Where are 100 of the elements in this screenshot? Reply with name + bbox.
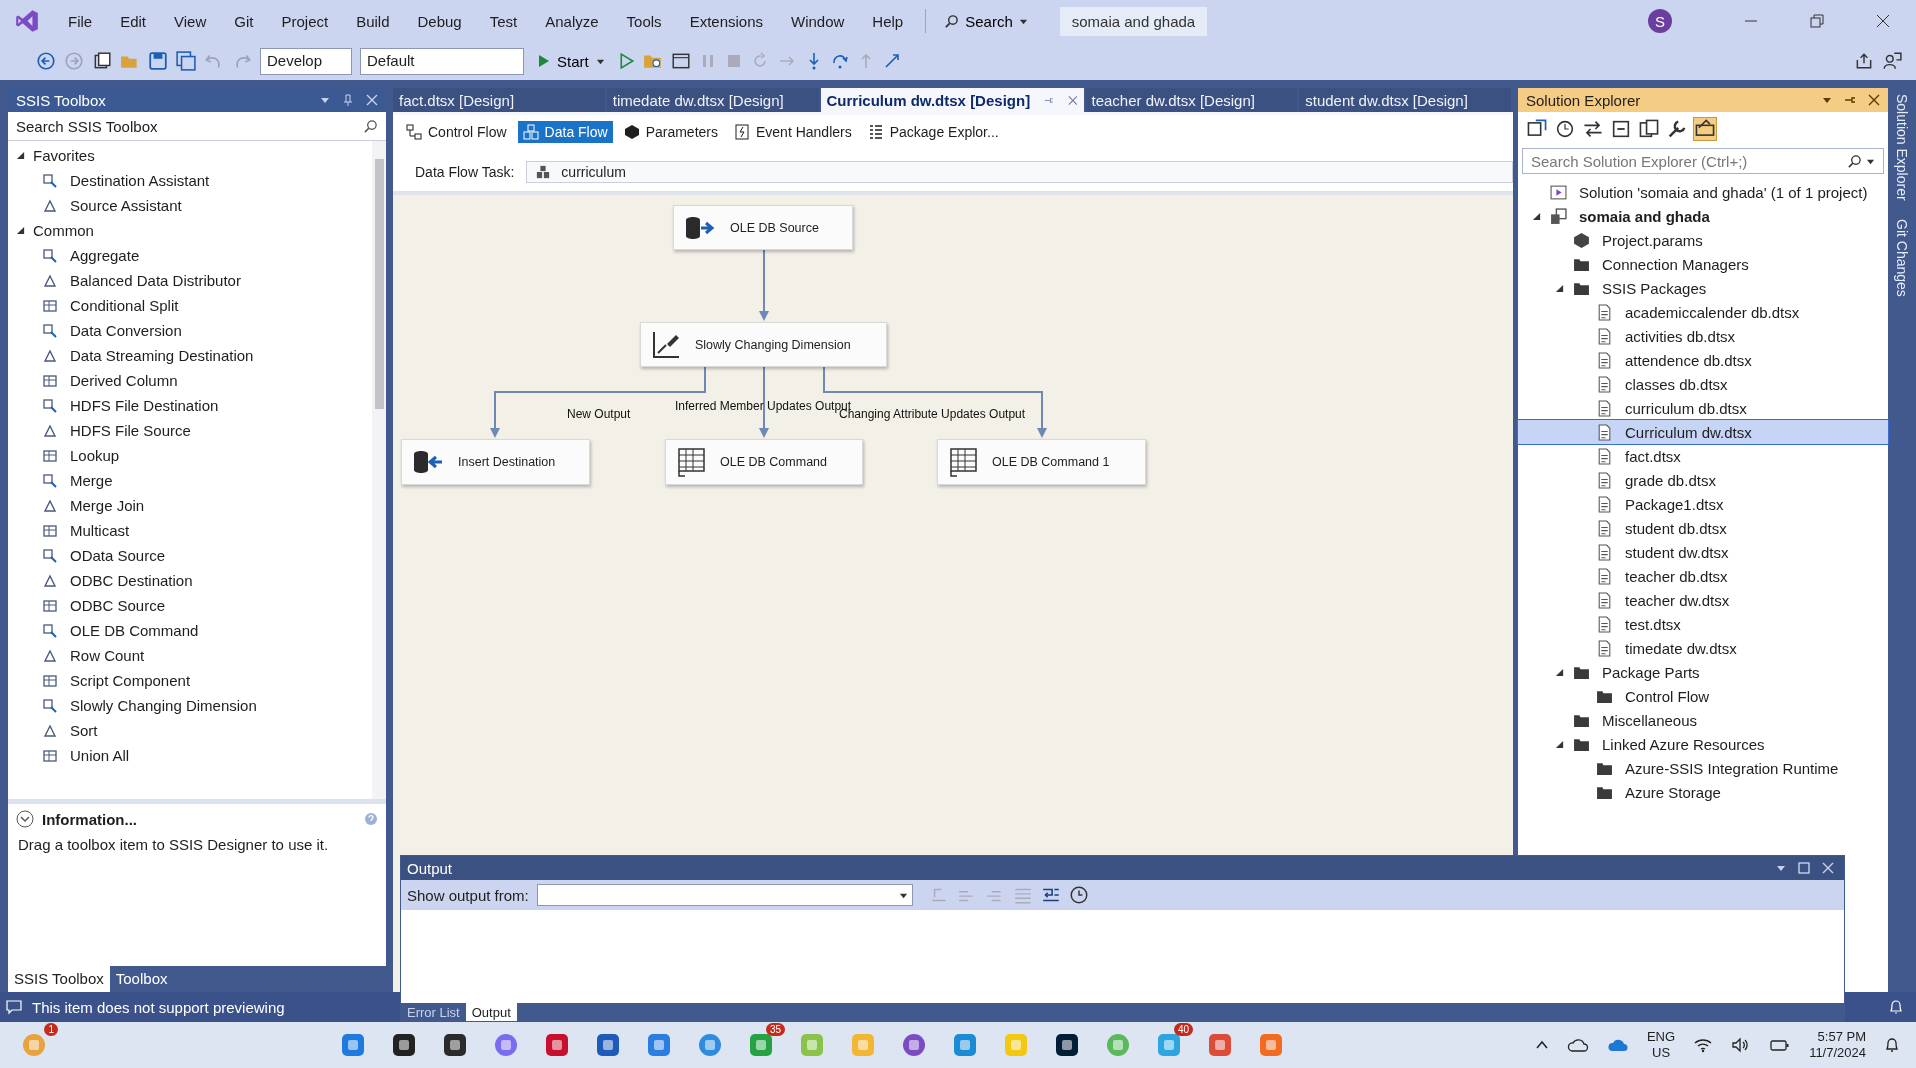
taskbar-app-icon[interactable] [1053, 1031, 1081, 1059]
menu-item[interactable]: View [160, 12, 221, 30]
output-source-dropdown[interactable] [536, 884, 913, 906]
toolbox-item[interactable]: ODBC Source [70, 597, 166, 614]
toolbox-item[interactable]: Data Conversion [70, 322, 182, 339]
side-tab[interactable]: Git Changes [1894, 218, 1910, 297]
menu-item[interactable]: Extensions [675, 12, 777, 30]
toolbox-item[interactable]: Union All [70, 747, 130, 764]
copy-icon[interactable] [1638, 118, 1660, 140]
menu-item[interactable]: File [54, 12, 107, 30]
component-node[interactable]: OLE DB Command [665, 439, 863, 485]
save-icon[interactable] [148, 51, 168, 71]
toolbox-item[interactable]: OData Source [70, 547, 166, 564]
document-tab[interactable]: Curriculum dw.dtsx [Design] [820, 88, 1086, 112]
user-avatar[interactable]: S [1648, 9, 1672, 33]
tree-row[interactable]: somaia and ghada [1518, 204, 1888, 228]
side-tab[interactable]: Solution Explorer [1894, 94, 1910, 201]
tree-row[interactable]: Curriculum dw.dtsx [1518, 420, 1888, 444]
tree-row[interactable]: grade db.dtsx [1518, 468, 1888, 492]
tree-row[interactable]: timedate dw.dtsx [1518, 636, 1888, 660]
tree-row[interactable]: classes db.dtsx [1518, 372, 1888, 396]
toolbox-item[interactable]: Script Component [70, 672, 191, 689]
close-icon[interactable] [1868, 94, 1880, 106]
expanded-arrow-icon[interactable] [16, 226, 25, 235]
document-tab[interactable]: fact.dtsx [Design] [393, 88, 607, 112]
menu-item[interactable]: Window [777, 12, 859, 30]
component-node[interactable]: OLE DB Command 1 [937, 439, 1146, 485]
toolbox-item[interactable]: Sort [70, 722, 98, 739]
toolbox-item[interactable]: Merge Join [70, 497, 145, 514]
search-field[interactable]: Search SSIS Toolbox [16, 117, 363, 135]
clock[interactable]: 5:57 PM 11/7/2024 [1809, 1028, 1866, 1062]
toolbox-item[interactable]: Slowly Changing Dimension [70, 697, 257, 714]
component-node[interactable]: OLE DB Source [673, 205, 853, 250]
expanded-arrow-icon[interactable] [1532, 211, 1541, 221]
tree-row[interactable]: Solution 'somaia and ghada' (1 of 1 project) [1518, 180, 1888, 204]
panel-tab[interactable]: SSIS Toolbox [8, 966, 110, 992]
tree-row[interactable]: Project.params [1518, 228, 1888, 252]
pin-icon[interactable] [342, 94, 354, 106]
toolbox-item[interactable]: OLE DB Command [70, 622, 199, 639]
output-tab[interactable]: Output [465, 1003, 517, 1021]
designer-tab[interactable]: Parameters [618, 121, 723, 143]
tree-row[interactable]: attendence db.dtsx [1518, 348, 1888, 372]
search-button[interactable]: Search [934, 12, 1038, 30]
toolbox-item[interactable]: Aggregate [70, 247, 140, 264]
taskbar-app-icon[interactable] [390, 1031, 418, 1059]
clock-icon[interactable] [1068, 885, 1089, 905]
maximize-icon[interactable] [1798, 862, 1810, 874]
menu-item[interactable]: Build [342, 12, 404, 30]
play-outline-icon[interactable] [618, 53, 635, 69]
toolbox-item[interactable]: Row Count [70, 647, 145, 664]
tree-row[interactable]: Azure-SSIS Integration Runtime [1518, 756, 1888, 780]
language-indicator[interactable]: ENG US [1646, 1028, 1676, 1062]
toolbox-item[interactable]: Balanced Data Distributor [70, 272, 241, 289]
component-node[interactable]: Slowly Changing Dimension [640, 322, 887, 367]
cloud-icon[interactable] [1566, 1037, 1589, 1053]
scrollbar-thumb[interactable] [374, 159, 384, 409]
menu-item[interactable]: Test [475, 12, 532, 30]
history-icon[interactable] [1554, 118, 1576, 140]
tree-row[interactable]: test.dtsx [1518, 612, 1888, 636]
output-tab[interactable]: Error List [401, 1003, 466, 1021]
tree-row[interactable]: Linked Azure Resources [1518, 732, 1888, 756]
start-button[interactable]: Start [532, 51, 611, 71]
tree-row[interactable]: student db.dtsx [1518, 516, 1888, 540]
dropdown-icon[interactable] [1822, 95, 1832, 105]
menu-item[interactable]: Tools [612, 12, 676, 30]
menu-item[interactable]: Analyze [531, 12, 613, 30]
tree-row[interactable]: academiccalender db.dtsx [1518, 300, 1888, 324]
bell-icon[interactable] [1884, 1037, 1900, 1053]
designer-tab[interactable]: Data Flow [517, 121, 613, 143]
battery-icon[interactable] [1769, 1037, 1792, 1053]
tree-row[interactable]: Package1.dtsx [1518, 492, 1888, 516]
configuration-dropdown[interactable]: Develop [260, 47, 352, 75]
toolbox-item[interactable]: Merge [70, 472, 113, 489]
toolbox-item[interactable]: HDFS File Destination [70, 397, 219, 414]
tree-row[interactable]: Azure Storage [1518, 780, 1888, 804]
restore-icon[interactable] [1809, 13, 1825, 29]
wifi-icon[interactable] [1693, 1037, 1714, 1053]
expanded-arrow-icon[interactable] [1555, 739, 1564, 749]
tree-row[interactable]: student dw.dtsx [1518, 540, 1888, 564]
expanded-arrow-icon[interactable] [1555, 667, 1564, 677]
toolbox-item[interactable]: Multicast [70, 522, 130, 539]
close-icon[interactable] [1875, 13, 1891, 29]
toolbox-item[interactable]: Source Assistant [70, 197, 182, 214]
tree-row[interactable]: curriculum db.dtsx [1518, 396, 1888, 420]
designer-tab[interactable]: Package Explor... [862, 121, 1004, 143]
tree-row[interactable]: teacher dw.dtsx [1518, 588, 1888, 612]
tree-row[interactable]: fact.dtsx [1518, 444, 1888, 468]
back-icon[interactable] [36, 51, 56, 71]
expanded-arrow-icon[interactable] [1555, 283, 1564, 293]
menu-item[interactable]: Help [858, 12, 918, 30]
share-icon[interactable] [1854, 51, 1874, 71]
toolbox-item[interactable]: ODBC Destination [70, 572, 193, 589]
toolbox-group[interactable]: Common [33, 222, 94, 239]
new-project-icon[interactable] [92, 51, 112, 71]
toolbox-item[interactable]: Lookup [70, 447, 120, 464]
document-tab[interactable]: teacher dw.dtsx [Design] [1085, 88, 1300, 112]
menu-item[interactable]: Project [267, 12, 343, 30]
task-dropdown[interactable]: curriculum [526, 161, 1513, 183]
expanded-arrow-icon[interactable] [16, 151, 25, 160]
search-field[interactable]: Search Solution Explorer (Ctrl+;) [1531, 152, 1843, 170]
